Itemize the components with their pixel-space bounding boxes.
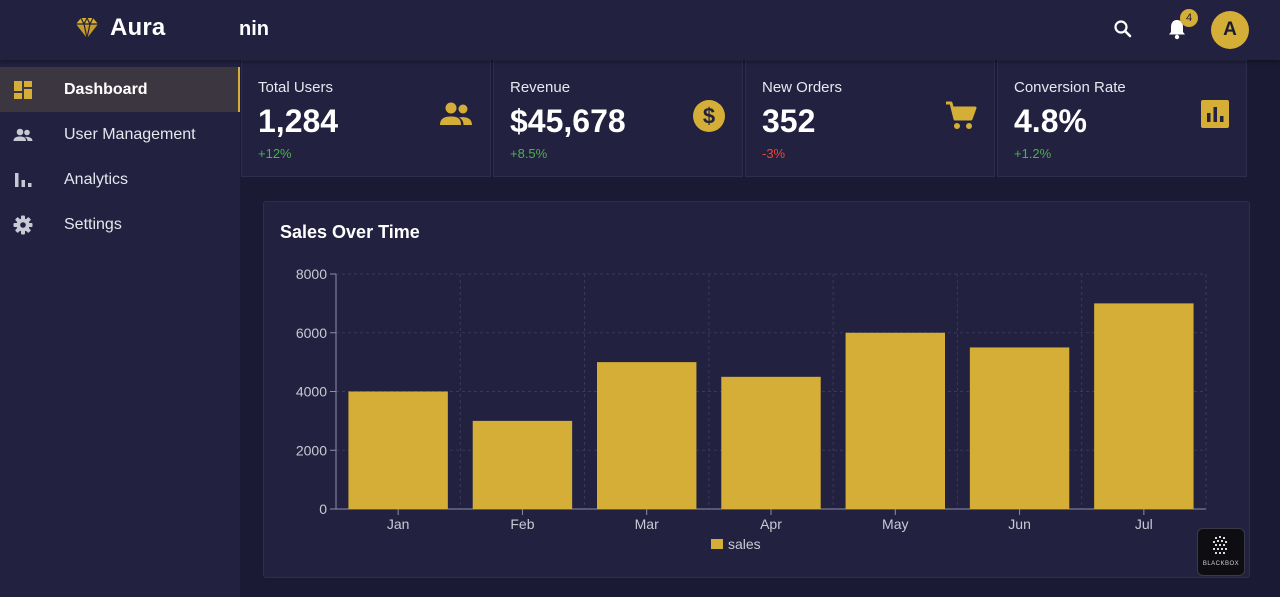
blackbox-logo-icon (1213, 536, 1227, 554)
bar (969, 347, 1070, 509)
bar (1094, 303, 1194, 509)
stat-card-conversion-rate: Conversion Rate 4.8% +1.2% (997, 60, 1247, 177)
sidebar-item-label: Analytics (64, 170, 129, 188)
card-change: +1.2% (1014, 146, 1052, 161)
card-value: 4.8% (1014, 103, 1087, 139)
bar (721, 376, 821, 509)
bar-chart-icon (1201, 100, 1229, 128)
bar (348, 391, 448, 509)
app-name: Aura (110, 14, 166, 41)
page-title: nin (239, 18, 269, 40)
search-icon[interactable] (1113, 19, 1133, 39)
stat-card-revenue: Revenue $45,678 +8.5% $ (493, 60, 743, 177)
bar (472, 420, 573, 509)
sales-bar-chart: 0 2000 4000 6000 8000 Jan Feb Mar Apr May Jun Jul sa… (296, 266, 1207, 552)
diamond-icon (76, 16, 98, 39)
stat-card-new-orders: New Orders 352 -3% (745, 60, 995, 177)
y-tick-label: 0 (319, 501, 327, 517)
avatar[interactable]: A (1211, 11, 1249, 49)
people-icon (13, 128, 33, 141)
sales-chart-card: Sales Over Time 0 2000 4000 6000 8000 Jan Feb M… (263, 201, 1250, 578)
sidebar-item-label: Settings (64, 215, 122, 233)
card-title: New Orders (762, 79, 843, 96)
gear-icon (13, 215, 33, 235)
sidebar: Dashboard User Management Analytics Sett… (0, 60, 240, 597)
x-tick-label: May (882, 516, 908, 532)
notification-badge: 4 (1180, 9, 1198, 27)
dashboard-icon (14, 81, 32, 99)
card-value: 1,284 (258, 103, 339, 139)
sidebar-item-label: Dashboard (64, 80, 148, 98)
card-value: 352 (762, 103, 816, 139)
x-tick-label: Feb (510, 516, 534, 532)
sidebar-item-settings[interactable]: Settings (0, 202, 240, 247)
svg-text:$: $ (703, 104, 715, 129)
y-tick-label: 4000 (296, 384, 327, 400)
card-value: $45,678 (510, 103, 626, 139)
card-change: +8.5% (510, 146, 548, 161)
cart-icon (946, 101, 977, 129)
y-tick-label: 8000 (296, 266, 327, 282)
y-tick-label: 2000 (296, 442, 327, 458)
app-logo[interactable]: Aura (74, 14, 165, 42)
card-change: +12% (258, 146, 292, 161)
x-tick-label: Mar (635, 516, 659, 532)
card-change: -3% (762, 146, 786, 161)
bar (845, 332, 945, 509)
top-bar: Aura nin 4 A (0, 0, 1280, 60)
card-title: Total Users (258, 79, 334, 96)
dollar-icon: $ (693, 100, 725, 132)
sidebar-item-dashboard[interactable]: Dashboard (0, 67, 240, 112)
people-icon (440, 102, 472, 125)
sidebar-item-label: User Management (64, 125, 196, 143)
bar-chart-icon (15, 173, 32, 187)
bar (597, 362, 697, 509)
x-tick-label: Jun (1008, 516, 1031, 532)
x-tick-label: Jan (387, 516, 410, 532)
sidebar-item-user-management[interactable]: User Management (0, 112, 240, 157)
card-title: Revenue (510, 79, 571, 96)
watermark-text: BLACKBOX (1202, 561, 1240, 567)
x-tick-label: Apr (760, 516, 782, 532)
blackbox-watermark: BLACKBOX (1197, 528, 1245, 576)
legend-label: sales (728, 536, 761, 552)
x-tick-label: Jul (1135, 516, 1153, 532)
stat-card-total-users: Total Users 1,284 +12% (241, 60, 491, 177)
y-tick-label: 6000 (296, 325, 327, 341)
legend-swatch (711, 539, 723, 549)
card-title: Conversion Rate (1014, 79, 1126, 96)
sidebar-item-analytics[interactable]: Analytics (0, 157, 240, 202)
